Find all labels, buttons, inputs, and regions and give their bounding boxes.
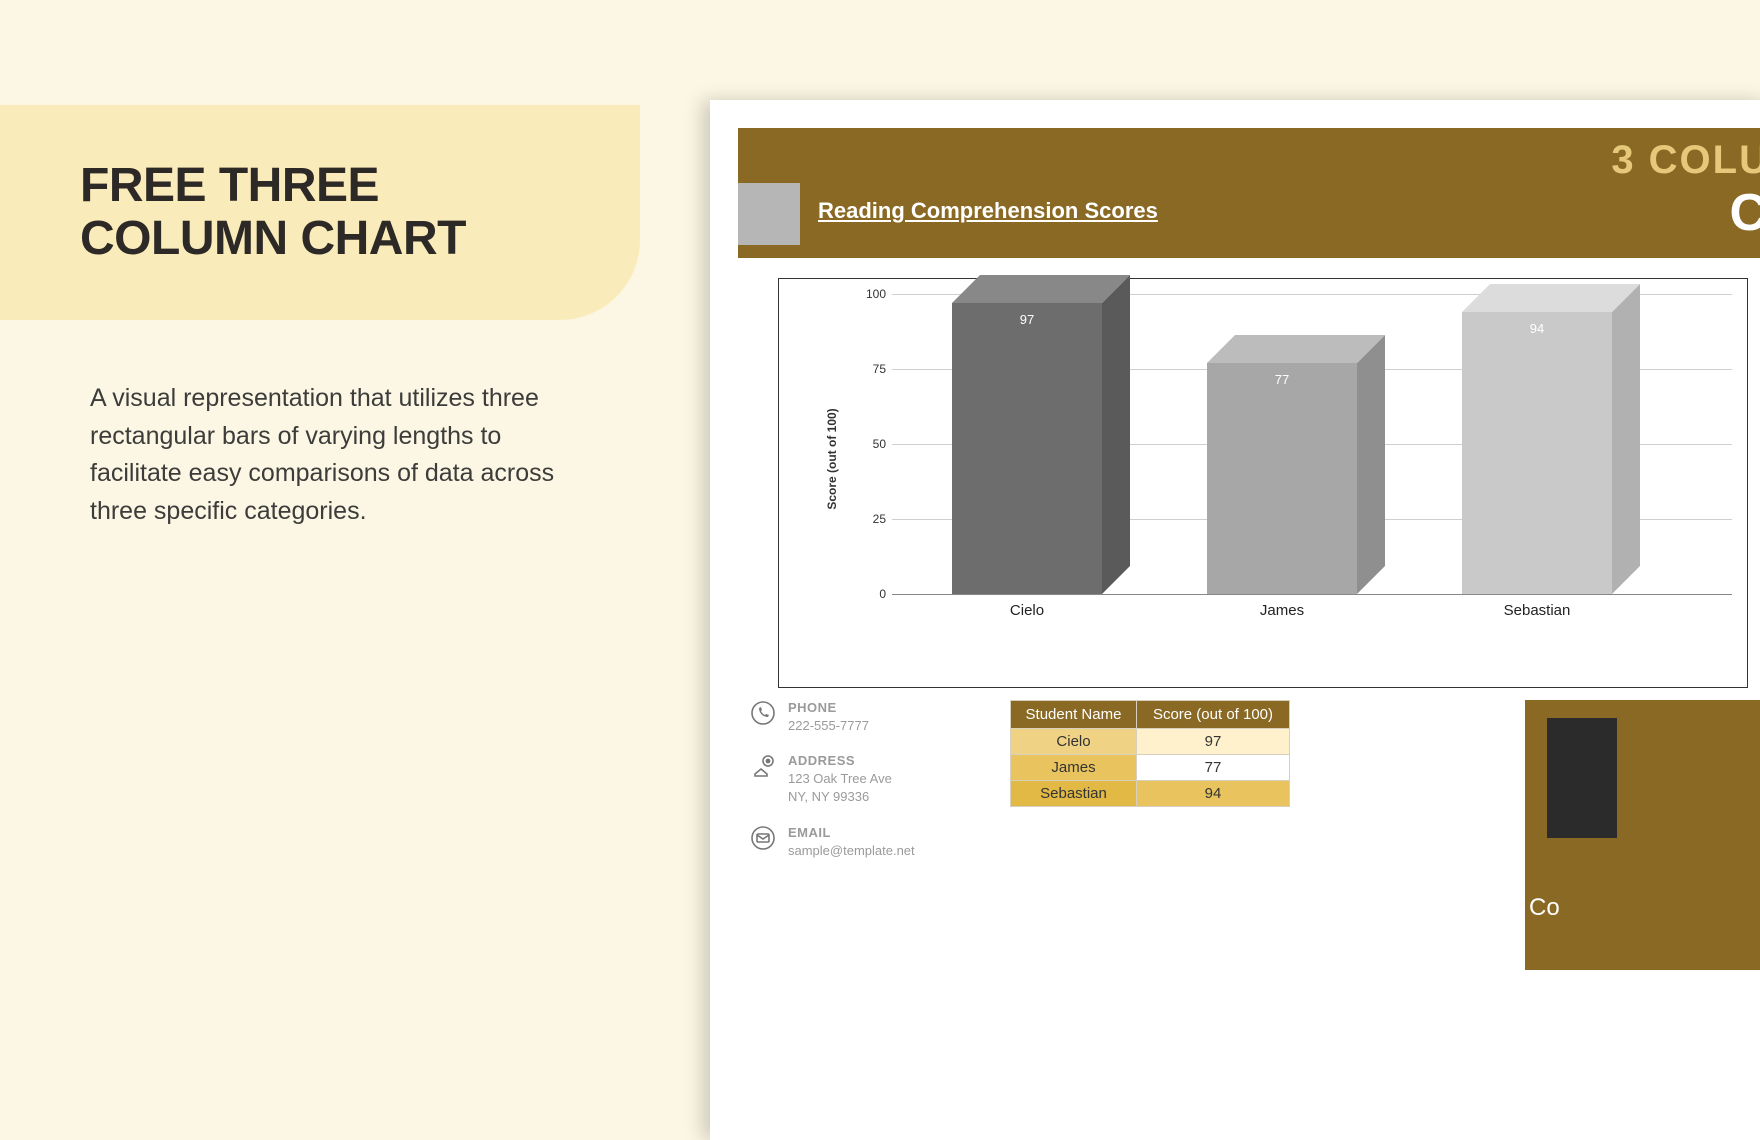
chart-area: Score (out of 100) 0 25 50 75 100 97 77 94 Cie… (778, 278, 1748, 688)
table-cell-score: 97 (1137, 729, 1290, 755)
x-category-label: James (1192, 602, 1372, 619)
side-panel: Co (1525, 700, 1760, 970)
header-big-title: 3 COLU C (1611, 138, 1760, 243)
title-panel: FREE THREE COLUMN CHART (0, 105, 640, 320)
header-accent-square (738, 183, 800, 245)
title-line1: FREE THREE (80, 159, 379, 212)
table-row: Sebastian 94 (1011, 781, 1290, 807)
address-label: ADDRESS (788, 753, 892, 768)
table-cell-name: Sebastian (1011, 781, 1137, 807)
phone-icon (750, 700, 776, 726)
y-tick-label: 100 (854, 287, 886, 301)
page-title: FREE THREE COLUMN CHART (80, 160, 466, 266)
x-category-label: Sebastian (1447, 602, 1627, 619)
y-tick-label: 25 (854, 512, 886, 526)
y-axis-label: Score (out of 100) (825, 408, 839, 509)
bar-value-label: 77 (1207, 372, 1357, 387)
email-icon (750, 825, 776, 851)
chart-subtitle: Reading Comprehension Scores (818, 198, 1158, 224)
side-panel-caption: Co (1525, 894, 1760, 922)
y-tick-label: 75 (854, 362, 886, 376)
table-cell-name: Cielo (1011, 729, 1137, 755)
email-value: sample@template.net (788, 842, 915, 860)
table-row: James 77 (1011, 755, 1290, 781)
chart-plot: Score (out of 100) 0255075100 977794 Cie… (854, 294, 1734, 624)
phone-value: 222-555-7777 (788, 717, 869, 735)
bar-value-label: 94 (1462, 321, 1612, 336)
header-big-line2: C (1611, 183, 1760, 243)
address-icon (750, 753, 776, 779)
email-label: EMAIL (788, 825, 915, 840)
document-preview: Reading Comprehension Scores 3 COLU C Sc… (710, 100, 1760, 1140)
title-line2: COLUMN CHART (80, 212, 466, 265)
header-big-line1: 3 COLU (1611, 138, 1760, 182)
document-header: Reading Comprehension Scores 3 COLU C (738, 128, 1760, 258)
phone-label: PHONE (788, 700, 869, 715)
bar-value-label: 97 (952, 312, 1102, 327)
contact-block: PHONE 222-555-7777 ADDRESS 123 Oak Tree … (750, 700, 990, 878)
table-cell-score: 94 (1137, 781, 1290, 807)
table-col-name: Student Name (1011, 701, 1137, 729)
table-cell-name: James (1011, 755, 1137, 781)
table-cell-score: 77 (1137, 755, 1290, 781)
address-line2: NY, NY 99336 (788, 788, 892, 806)
y-tick-label: 50 (854, 437, 886, 451)
address-line1: 123 Oak Tree Ave (788, 770, 892, 788)
description-text: A visual representation that utilizes th… (90, 380, 590, 530)
data-table: Student Name Score (out of 100) Cielo 97… (1010, 700, 1290, 807)
x-category-label: Cielo (937, 602, 1117, 619)
gridline (892, 594, 1732, 595)
table-row: Cielo 97 (1011, 729, 1290, 755)
table-col-score: Score (out of 100) (1137, 701, 1290, 729)
y-tick-label: 0 (854, 587, 886, 601)
side-panel-box (1547, 718, 1617, 838)
